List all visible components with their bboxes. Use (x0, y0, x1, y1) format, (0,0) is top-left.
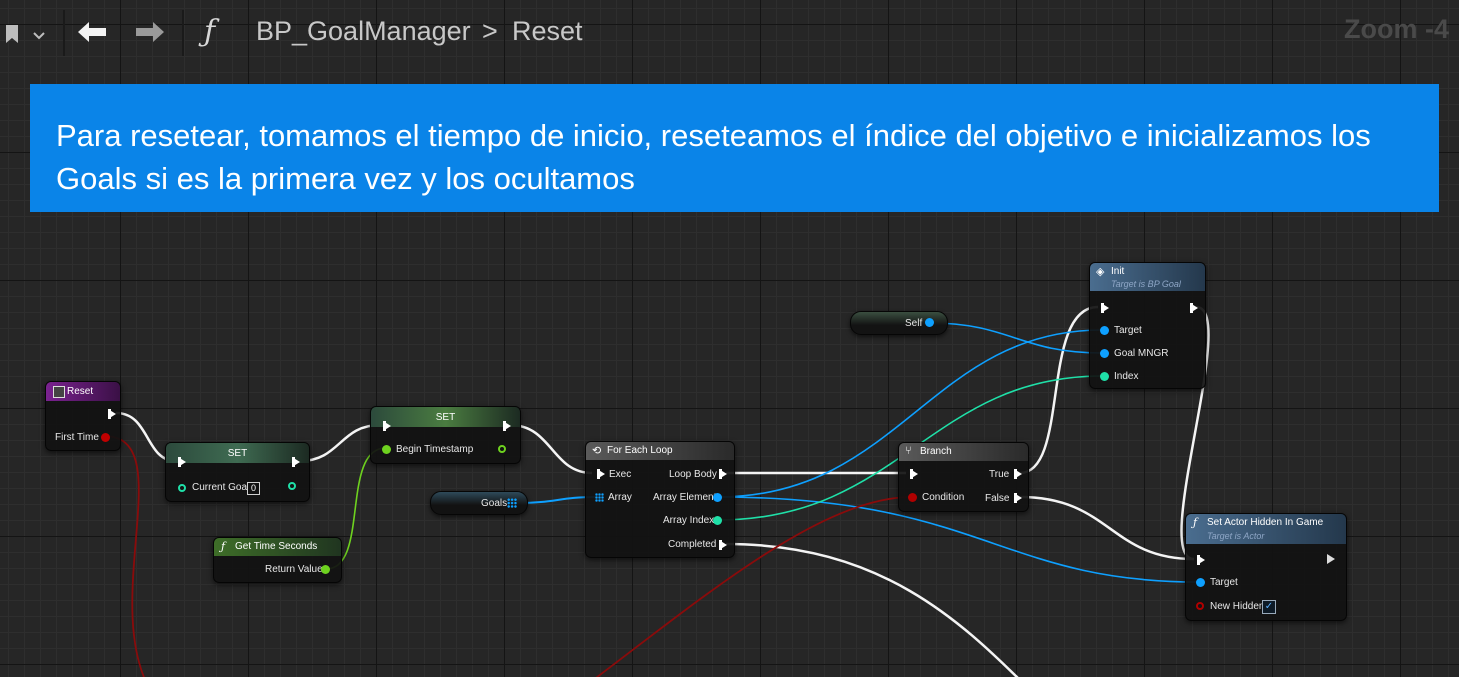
true-exec-out[interactable] (1014, 469, 1022, 479)
array-grid-icon[interactable] (507, 498, 517, 508)
hidden-function-icon: ƒ (1193, 516, 1198, 529)
init-subtitle: Target is BP Goal (1111, 279, 1181, 289)
set-begin-timestamp-title: SET (435, 412, 456, 423)
array-element-pin[interactable] (713, 493, 722, 502)
wire-exec-set-to-foreach (509, 423, 593, 475)
false-exec-out[interactable] (1014, 493, 1022, 503)
init-exec-in[interactable] (1101, 303, 1109, 313)
first-time-pin[interactable] (101, 433, 110, 442)
for-each-exec-in[interactable] (597, 469, 605, 479)
set-begin-timestamp-exec-in[interactable] (383, 421, 391, 431)
goals-variable-node[interactable]: Goals (430, 491, 528, 515)
return-value-label: Return Value (265, 564, 323, 575)
self-variable-node[interactable]: Self (850, 311, 948, 335)
init-index-pin[interactable] (1100, 372, 1109, 381)
wire-self-to-goal-mngr (929, 322, 1103, 354)
branch-icon: ⑂ (905, 445, 912, 457)
init-target-label: Target (1114, 325, 1142, 336)
goal-mngr-label: Goal MNGR (1114, 348, 1169, 359)
array-in-pin[interactable] (595, 493, 604, 502)
set-actor-hidden-subtitle: Target is Actor (1207, 531, 1265, 541)
branch-exec-in[interactable] (910, 469, 918, 479)
set-current-goal-title: SET (227, 448, 248, 459)
current-goal-label: Current Goal (192, 482, 250, 493)
set-current-goal-exec-out[interactable] (292, 457, 300, 467)
init-title: Init (1111, 266, 1125, 277)
begin-timestamp-label: Begin Timestamp (396, 444, 474, 455)
init-event-icon: ◈ (1096, 266, 1105, 278)
return-value-pin[interactable] (321, 565, 330, 574)
wire-exec-false-to-hidden (1019, 495, 1195, 561)
completed-label: Completed (668, 539, 717, 550)
set-actor-hidden-node[interactable]: ƒ Set Actor Hidden In Game Target is Act… (1185, 513, 1347, 621)
wire-firsttime-to-condition (103, 435, 145, 677)
self-out-pin[interactable] (925, 318, 934, 327)
new-hidden-pin[interactable] (1196, 602, 1204, 610)
hidden-exec-in[interactable] (1197, 555, 1205, 565)
first-time-label: First Time (55, 432, 99, 443)
self-label: Self (905, 318, 923, 329)
event-icon (53, 386, 65, 398)
set-current-goal-exec-in[interactable] (178, 457, 186, 467)
init-exec-out[interactable] (1190, 303, 1198, 313)
init-index-label: Index (1114, 371, 1139, 382)
branch-title: Branch (920, 446, 952, 457)
completed-exec-out[interactable] (719, 540, 727, 550)
array-element-label: Array Element (653, 492, 717, 503)
wire-exec-completed (725, 542, 1019, 677)
loop-macro-icon: ⟲ (592, 445, 602, 457)
false-label: False (985, 493, 1010, 504)
comment-banner: Para resetear, tomamos el tiempo de inic… (30, 84, 1439, 212)
condition-pin[interactable] (908, 493, 917, 502)
hidden-exec-out[interactable] (1327, 554, 1335, 564)
hidden-target-label: Target (1210, 577, 1238, 588)
condition-label: Condition (922, 492, 965, 503)
set-begin-timestamp-node[interactable]: SET Begin Timestamp (370, 406, 521, 464)
get-time-function-icon: ƒ (221, 540, 226, 553)
get-time-seconds-node[interactable]: ƒ Get Time Seconds Return Value (213, 537, 342, 583)
loop-body-label: Loop Body (669, 469, 717, 480)
new-hidden-label: New Hidden (1210, 601, 1265, 612)
set-actor-hidden-title: Set Actor Hidden In Game (1207, 517, 1324, 528)
begin-timestamp-out-pin[interactable] (498, 445, 506, 453)
begin-timestamp-in-pin[interactable] (382, 445, 391, 454)
goals-label: Goals (481, 498, 508, 509)
init-node[interactable]: ◈ Init Target is BP Goal Target Goal MNG… (1089, 262, 1206, 389)
branch-node[interactable]: ⑂ Branch True Condition False (898, 442, 1029, 512)
for-each-loop-title: For Each Loop (607, 445, 673, 456)
loop-body-exec-out[interactable] (719, 469, 727, 479)
blueprint-graph-canvas[interactable]: ƒ BP_GoalManager > Reset Zoom -4 Reset F… (0, 0, 1459, 677)
array-index-pin[interactable] (713, 516, 722, 525)
get-time-seconds-title: Get Time Seconds (235, 541, 318, 552)
current-goal-value-input[interactable]: 0 (247, 482, 260, 495)
init-target-pin[interactable] (1100, 326, 1109, 335)
for-each-loop-node[interactable]: ⟲ For Each Loop Exec Array Loop Body Arr… (585, 441, 735, 558)
array-index-label: Array Index (663, 515, 715, 526)
wire-exec-true-to-init (1019, 305, 1099, 475)
goal-mngr-pin[interactable] (1100, 349, 1109, 358)
set-begin-timestamp-exec-out[interactable] (503, 421, 511, 431)
new-hidden-checkbox[interactable]: ✓ (1262, 600, 1276, 614)
true-label: True (989, 469, 1010, 480)
comment-text: Para resetear, tomamos el tiempo de inic… (56, 118, 1371, 196)
set-current-goal-node[interactable]: SET Current Goal 0 (165, 442, 310, 502)
wire-exec-set-to-set (299, 423, 381, 463)
reset-exec-out-pin[interactable] (108, 409, 116, 419)
current-goal-out-pin[interactable] (288, 482, 296, 490)
reset-node-title: Reset (67, 386, 94, 397)
reset-event-node[interactable]: Reset First Time (45, 381, 121, 451)
hidden-target-pin[interactable] (1196, 578, 1205, 587)
exec-label: Exec (609, 469, 632, 480)
current-goal-in-pin[interactable] (178, 484, 186, 492)
array-label: Array (608, 492, 632, 503)
